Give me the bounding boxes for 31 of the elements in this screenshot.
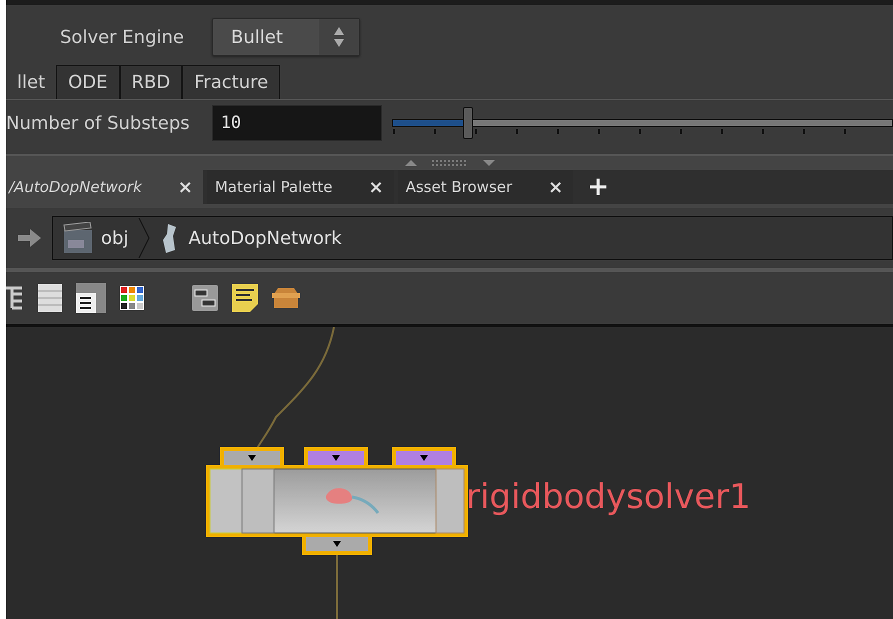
close-icon[interactable]: × (548, 176, 564, 198)
solver-engine-dropdown[interactable]: Bullet (212, 18, 360, 56)
network-box-icon[interactable] (192, 285, 218, 311)
substeps-slider[interactable] (390, 105, 893, 141)
splitter-grip-icon[interactable] (430, 159, 468, 167)
add-tab-button[interactable]: + (577, 172, 620, 202)
tree-icon[interactable] (6, 285, 24, 311)
color-grid-icon[interactable] (120, 286, 144, 310)
clapperboard-icon (63, 222, 93, 254)
forward-arrow-icon[interactable] (18, 228, 42, 248)
box-icon[interactable] (272, 286, 300, 310)
splitter-down-icon[interactable] (482, 160, 494, 166)
parameter-tab[interactable]: Fracture (182, 65, 280, 99)
slider-thumb[interactable] (463, 107, 474, 139)
close-icon[interactable]: × (178, 176, 193, 198)
close-icon[interactable]: × (368, 176, 384, 198)
solver-node[interactable] (206, 447, 468, 555)
splitter-up-icon[interactable] (404, 160, 416, 166)
substeps-field[interactable]: 10 (212, 105, 382, 141)
substeps-label: Number of Substeps (6, 112, 190, 134)
parameter-tab[interactable]: RBD (120, 65, 182, 99)
up-down-arrows-icon (332, 26, 345, 48)
parameter-tab[interactable]: ODE (56, 65, 120, 99)
node-name: rigidbodysolver1 (466, 477, 751, 517)
solver-engine-label: Solver Engine (60, 26, 184, 48)
pane-tab[interactable]: /AutoDopNetwork × (6, 170, 203, 204)
connection-wire (334, 555, 340, 619)
path-crumb[interactable]: AutoDopNetwork (150, 222, 352, 254)
path-crumb[interactable]: obj (53, 222, 138, 254)
sticky-note-icon[interactable] (232, 284, 258, 312)
sheet-icon[interactable] (76, 283, 106, 313)
